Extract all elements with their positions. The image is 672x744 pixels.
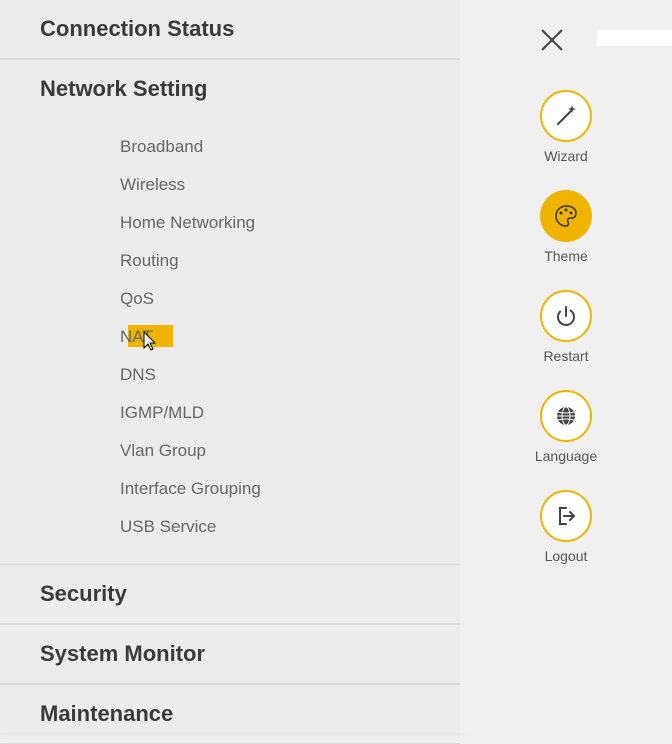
network-submenu: Broadband Wireless Home Networking Routi… bbox=[0, 118, 460, 564]
wizard-action[interactable]: Wizard bbox=[540, 90, 592, 164]
logout-label: Logout bbox=[545, 548, 588, 564]
logout-icon bbox=[540, 490, 592, 542]
wizard-icon bbox=[540, 90, 592, 142]
restart-label: Restart bbox=[543, 348, 588, 364]
navigation-panel: Connection Status Network Setting Broadb… bbox=[0, 0, 460, 733]
language-action[interactable]: Language bbox=[535, 390, 597, 464]
theme-label: Theme bbox=[544, 248, 588, 264]
submenu-interface-grouping[interactable]: Interface Grouping bbox=[0, 470, 460, 508]
language-label: Language bbox=[535, 448, 597, 464]
restart-action[interactable]: Restart bbox=[540, 290, 592, 364]
submenu-qos[interactable]: QoS bbox=[0, 280, 460, 318]
submenu-dns[interactable]: DNS bbox=[0, 356, 460, 394]
connection-status-header[interactable]: Connection Status bbox=[0, 0, 460, 59]
submenu-broadband[interactable]: Broadband bbox=[0, 128, 460, 166]
submenu-routing[interactable]: Routing bbox=[0, 242, 460, 280]
submenu-nat[interactable]: NAT bbox=[0, 318, 460, 356]
theme-action[interactable]: Theme bbox=[540, 190, 592, 264]
actions-panel: Wizard Theme Restart bbox=[460, 0, 672, 733]
network-setting-header[interactable]: Network Setting bbox=[0, 59, 460, 118]
close-icon[interactable] bbox=[532, 20, 572, 60]
security-header[interactable]: Security bbox=[0, 564, 460, 624]
theme-icon bbox=[540, 190, 592, 242]
maintenance-header[interactable]: Maintenance bbox=[0, 684, 460, 744]
submenu-igmp-mld[interactable]: IGMP/MLD bbox=[0, 394, 460, 432]
wizard-label: Wizard bbox=[544, 148, 588, 164]
system-monitor-header[interactable]: System Monitor bbox=[0, 624, 460, 684]
restart-icon bbox=[540, 290, 592, 342]
submenu-wireless[interactable]: Wireless bbox=[0, 166, 460, 204]
logout-action[interactable]: Logout bbox=[540, 490, 592, 564]
submenu-home-networking[interactable]: Home Networking bbox=[0, 204, 460, 242]
submenu-vlan-group[interactable]: Vlan Group bbox=[0, 432, 460, 470]
language-icon bbox=[540, 390, 592, 442]
submenu-usb-service[interactable]: USB Service bbox=[0, 508, 460, 546]
white-bar bbox=[597, 30, 672, 46]
